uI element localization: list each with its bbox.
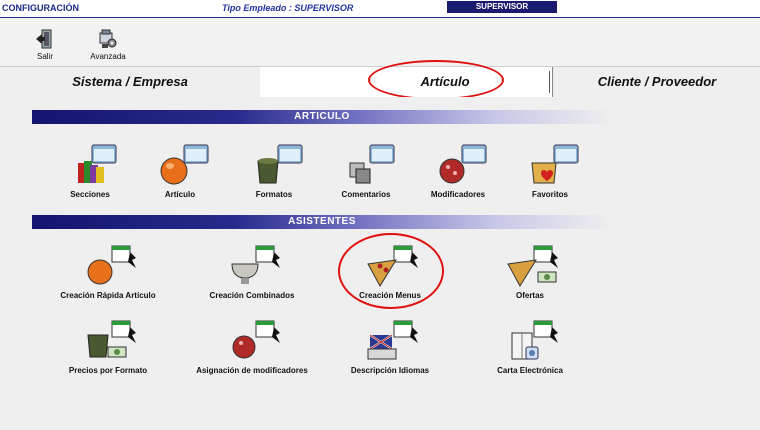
berry-wizard-icon <box>232 320 280 359</box>
item-label: Precios por Formato <box>68 366 148 375</box>
item-creacion-rapida-articulo[interactable]: Creación Rápida Artículo <box>48 244 168 300</box>
comments-folder-icon <box>349 144 395 184</box>
exit-door-icon <box>36 29 52 49</box>
item-label: Creación Rápida Artículo <box>60 291 156 300</box>
avanzada-button[interactable]: Avanzada <box>86 28 130 61</box>
item-descripcion-idiomas[interactable]: Descripción Idiomas <box>330 319 450 375</box>
avanzada-label: Avanzada <box>90 52 126 61</box>
item-label: Favoritos <box>531 190 568 199</box>
item-label: Ofertas <box>515 291 544 300</box>
item-label: Asignación de modificadores <box>196 366 308 375</box>
item-ofertas[interactable]: Ofertas <box>470 244 590 300</box>
languages-wizard-icon <box>367 320 418 360</box>
section-title: CONFIGURACIÓN <box>2 3 79 13</box>
item-carta-electronica[interactable]: Carta Electrónica <box>470 319 590 375</box>
asistentes-section-header: ASISTENTES <box>32 215 612 229</box>
highlight-ellipse-articulo <box>368 60 504 100</box>
pizza-money-wizard-icon <box>507 245 558 287</box>
item-precios-por-formato[interactable]: Precios por Formato <box>48 319 168 375</box>
item-creacion-combinados[interactable]: Creación Combinados <box>192 244 312 300</box>
highlight-ellipse-creacion-menus <box>338 233 444 309</box>
bowl-wizard-icon <box>231 245 280 284</box>
item-label: Creación Combinados <box>209 291 295 300</box>
favorites-folder-icon <box>531 144 579 184</box>
item-label: Carta Electrónica <box>497 366 563 375</box>
employee-type-label: Tipo Empleado : SUPERVISOR <box>222 3 354 13</box>
item-favoritos[interactable]: Favoritos <box>490 143 610 199</box>
orange-folder-icon <box>160 144 209 185</box>
advanced-settings-icon <box>99 29 117 48</box>
sections-folder-icon <box>78 144 117 183</box>
salir-label: Salir <box>36 52 53 61</box>
tab-sistema-empresa[interactable]: Sistema / Empresa <box>0 67 260 97</box>
berry-folder-icon <box>439 144 487 184</box>
toolbar: Salir Avanzada <box>0 18 760 66</box>
jar-money-wizard-icon <box>87 320 136 358</box>
articulo-section-header: ARTICULO <box>32 110 612 124</box>
electronic-menu-wizard-icon <box>511 320 558 360</box>
salir-button[interactable]: Salir <box>30 28 60 61</box>
tab-cliente-proveedor[interactable]: Cliente / Proveedor <box>552 67 760 97</box>
jar-folder-icon <box>257 144 303 184</box>
item-asignacion-de-modificadores[interactable]: Asignación de modificadores <box>192 319 312 375</box>
orange-wizard-icon <box>87 245 136 285</box>
user-badge: SUPERVISOR <box>447 1 557 13</box>
tab-divider <box>549 71 550 93</box>
item-label: Descripción Idiomas <box>350 366 430 375</box>
